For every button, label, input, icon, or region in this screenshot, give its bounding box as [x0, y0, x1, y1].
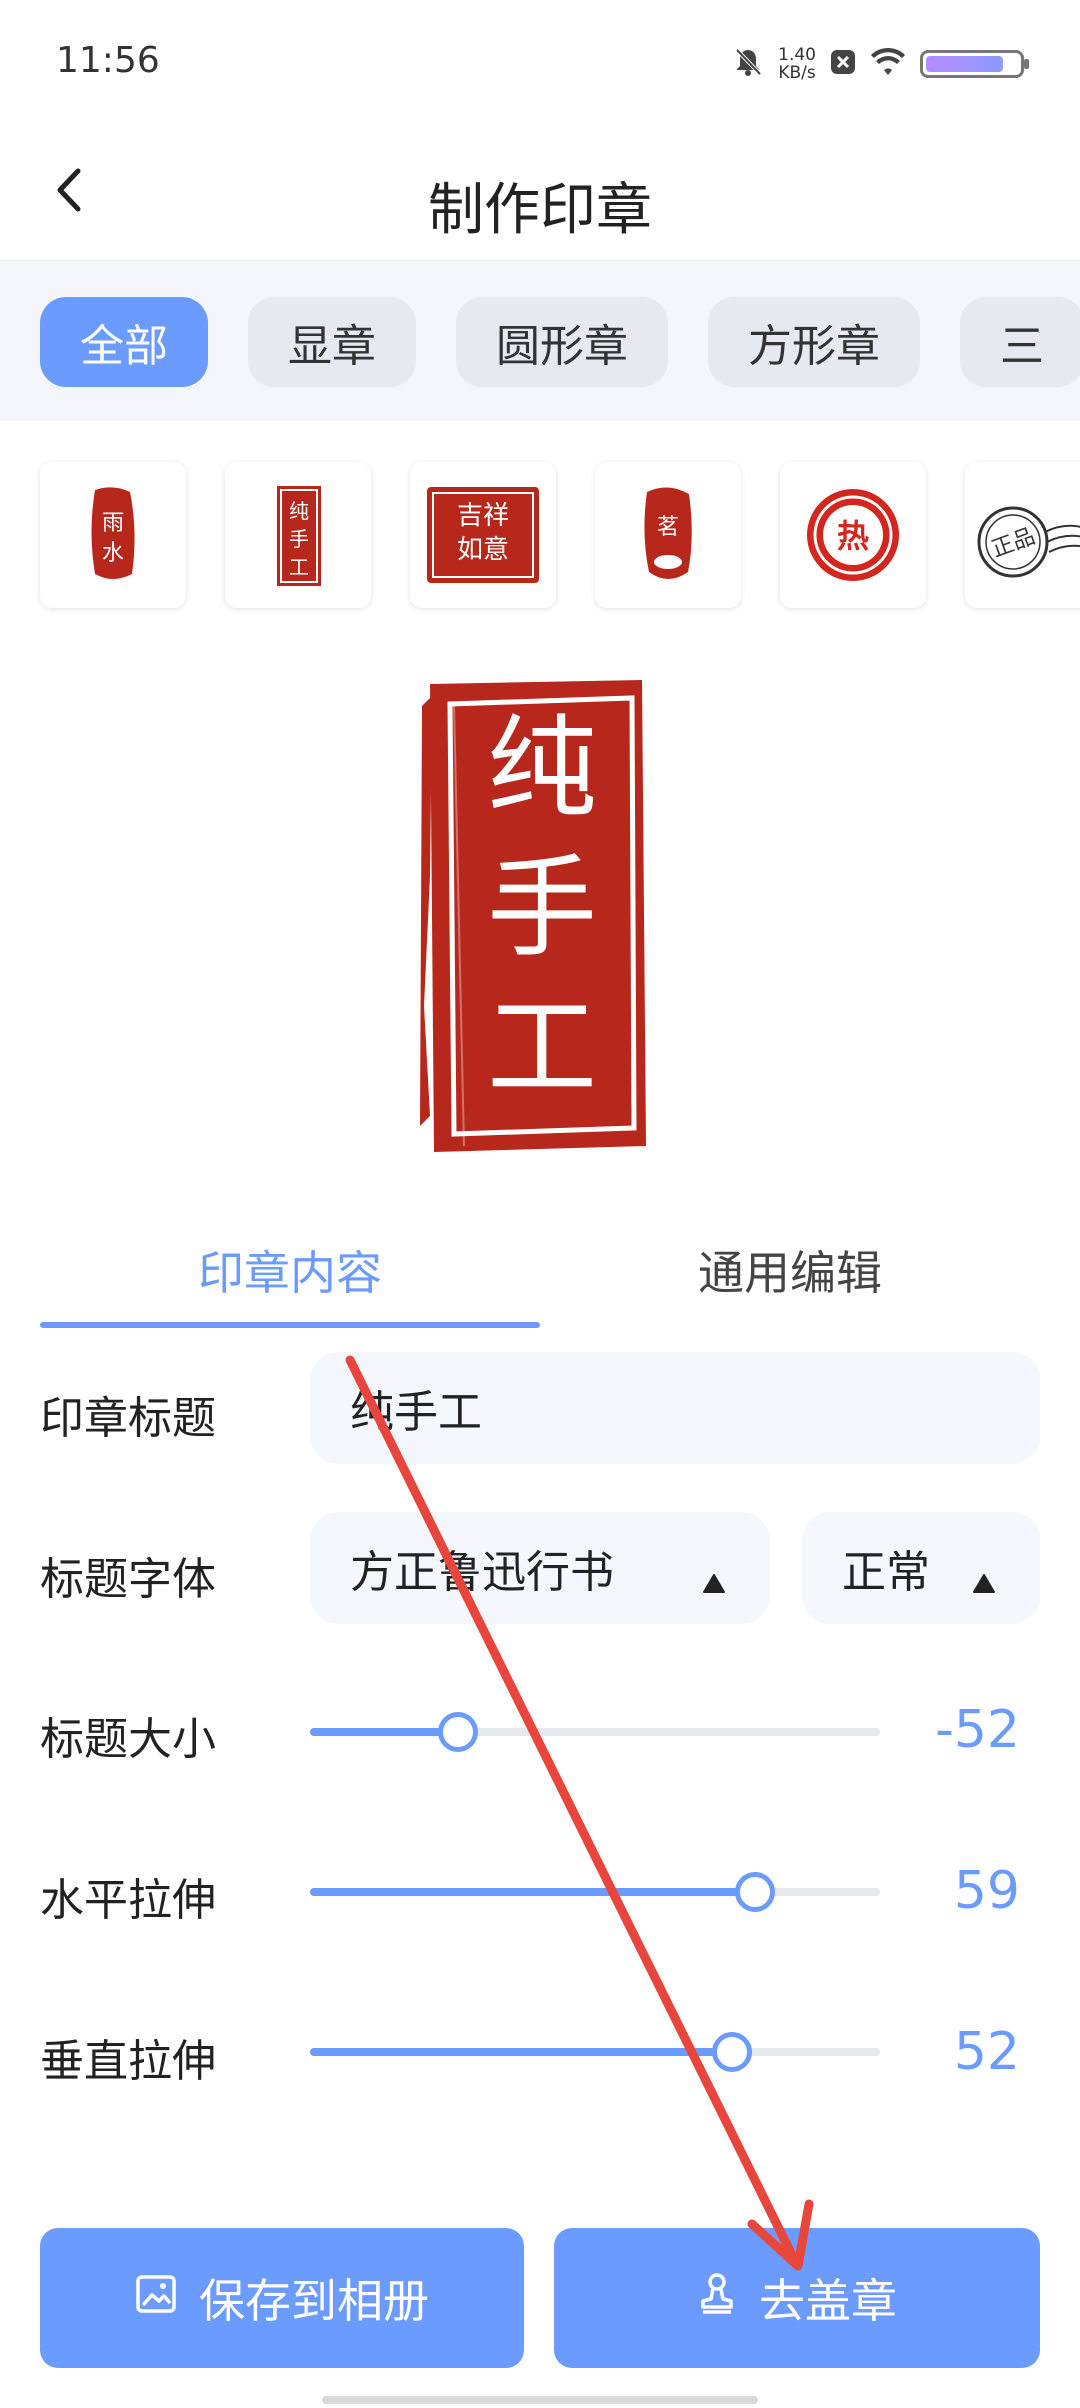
go-stamp-label: 去盖章: [759, 2274, 897, 2328]
tab-seal-content[interactable]: 印章内容: [40, 1220, 540, 1320]
vstretch-value: 52: [953, 2022, 1020, 2082]
size-slider-thumb[interactable]: [438, 1712, 479, 1752]
status-icons: 1.40 KB/s: [732, 40, 1029, 88]
template-jixiang-thumb: 吉祥 如意: [427, 487, 539, 583]
font-select-value: 方正鲁迅行书: [350, 1547, 614, 1598]
template-item[interactable]: 纯 手 工: [225, 462, 371, 608]
template-list: 雨 水 纯 手 工 吉祥 如意 茗 热 正品: [40, 462, 1080, 608]
font-select[interactable]: 方正鲁迅行书: [310, 1512, 770, 1624]
category-chip-round[interactable]: 圆形章: [456, 297, 668, 387]
vstretch-label: 垂直拉伸: [40, 2036, 216, 2087]
status-time: 11:56: [56, 40, 160, 81]
mute-bell-icon: [732, 46, 764, 82]
hstretch-value: 59: [953, 1861, 1020, 1921]
tab-active-indicator: [40, 1322, 540, 1328]
template-hot-thumb: 热: [807, 489, 899, 581]
category-chip-display[interactable]: 显章: [248, 297, 416, 387]
svg-text:纯: 纯: [289, 499, 309, 523]
vstretch-slider-fill: [310, 2048, 732, 2056]
size-label: 标题大小: [40, 1714, 216, 1765]
style-select-value: 正常: [842, 1547, 930, 1598]
net-speed: 1.40 KB/s: [778, 46, 816, 82]
title-input[interactable]: 纯手工: [310, 1352, 1040, 1464]
hstretch-label: 水平拉伸: [40, 1875, 216, 1926]
seal-preview: 纯 手 工: [420, 676, 650, 1156]
seal-char-3: 工: [487, 984, 597, 1112]
notification-x-icon: [830, 49, 856, 79]
status-bar: 11:56 1.40 KB/s: [0, 0, 1080, 125]
svg-text:茗: 茗: [657, 515, 679, 540]
go-stamp-button[interactable]: 去盖章: [554, 2228, 1040, 2368]
svg-text:正品: 正品: [989, 524, 1039, 563]
svg-text:热: 热: [837, 517, 869, 555]
save-to-album-button[interactable]: 保存到相册: [40, 2228, 524, 2368]
header: 制作印章: [0, 125, 1080, 261]
template-1-char-1: 雨: [102, 511, 124, 536]
template-handmade-thumb: 纯 手 工: [277, 486, 321, 586]
triangle-up-icon: [702, 1556, 726, 1607]
size-value: -52: [935, 1700, 1020, 1760]
hstretch-slider-thumb[interactable]: [734, 1872, 775, 1912]
template-tea-thumb: 茗: [644, 487, 692, 579]
template-item[interactable]: 雨 水: [40, 462, 186, 608]
hstretch-slider[interactable]: [310, 1872, 880, 1912]
category-list: 全部 显章 圆形章 方形章 三: [40, 297, 1080, 387]
seal-char-2: 手: [487, 844, 597, 972]
svg-text:工: 工: [289, 555, 309, 579]
template-1-char-2: 水: [102, 541, 124, 566]
template-item[interactable]: 吉祥 如意: [410, 462, 556, 608]
image-icon: [135, 2271, 177, 2325]
tab-general-edit[interactable]: 通用编辑: [540, 1220, 1040, 1320]
vstretch-slider-thumb[interactable]: [711, 2032, 752, 2072]
category-bar: 全部 显章 圆形章 方形章 三: [0, 261, 1080, 421]
net-speed-unit: KB/s: [778, 63, 816, 83]
template-item[interactable]: 正品: [965, 462, 1080, 608]
template-3-line-1: 吉祥: [456, 501, 509, 531]
vstretch-slider[interactable]: [310, 2032, 880, 2072]
triangle-up-icon: [972, 1556, 996, 1607]
battery-level: [926, 56, 1004, 72]
hstretch-slider-fill: [310, 1888, 755, 1896]
template-yushui-thumb: 雨 水: [91, 487, 135, 579]
category-chip-square[interactable]: 方形章: [708, 297, 920, 387]
title-input-value: 纯手工: [350, 1387, 482, 1438]
size-slider[interactable]: [310, 1712, 880, 1752]
size-slider-fill: [310, 1728, 459, 1736]
page-title: 制作印章: [428, 178, 652, 243]
font-label: 标题字体: [40, 1554, 216, 1605]
category-chip-all[interactable]: 全部: [40, 297, 208, 387]
home-indicator: [322, 2396, 758, 2404]
template-genuine-thumb: 正品: [977, 506, 1080, 578]
stamp-icon: [697, 2271, 737, 2326]
svg-text:手: 手: [289, 527, 309, 551]
template-item[interactable]: 热: [780, 462, 926, 608]
net-speed-value: 1.40: [778, 45, 816, 65]
save-to-album-label: 保存到相册: [199, 2274, 429, 2328]
template-3-line-2: 如意: [456, 535, 509, 565]
battery-icon: [920, 50, 1029, 78]
battery-tip: [1024, 59, 1029, 69]
wifi-icon: [870, 47, 906, 81]
style-select[interactable]: 正常: [802, 1512, 1040, 1624]
title-label: 印章标题: [40, 1393, 216, 1444]
editor-tabs: 印章内容 通用编辑: [40, 1220, 1040, 1330]
template-item[interactable]: 茗: [595, 462, 741, 608]
category-chip-triangle[interactable]: 三: [960, 297, 1080, 387]
seal-char-1: 纯: [487, 704, 597, 832]
